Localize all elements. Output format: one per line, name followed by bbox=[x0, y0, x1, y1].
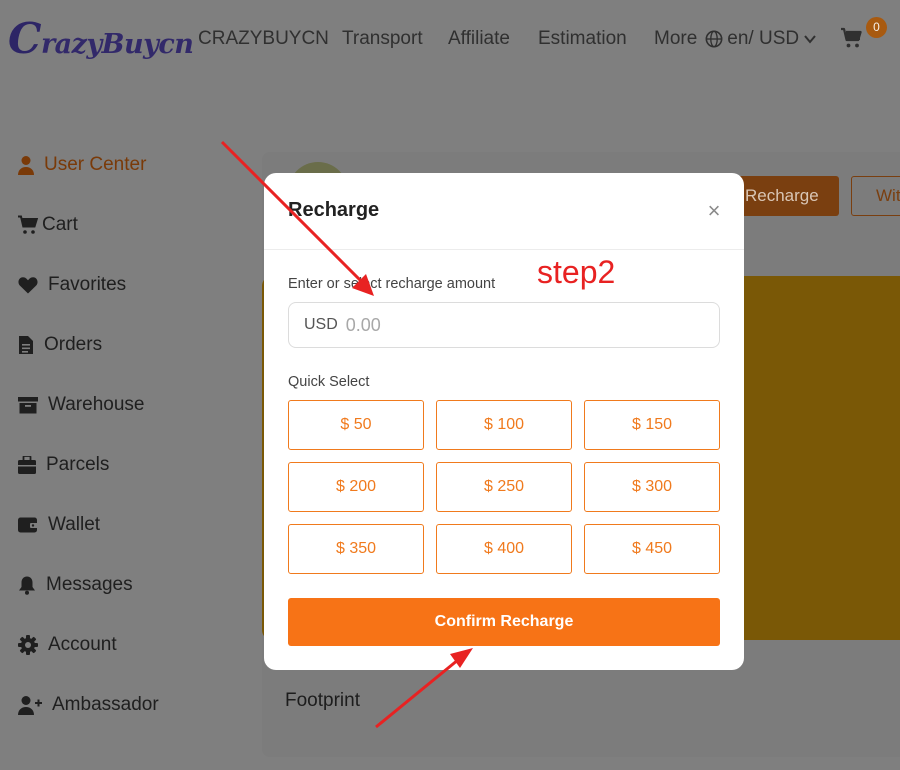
sidebar-item-label: Parcels bbox=[46, 454, 110, 475]
close-icon[interactable]: × bbox=[704, 199, 724, 223]
sidebar-item-parcels[interactable]: Parcels bbox=[18, 454, 109, 476]
quick-amount-100-button[interactable]: $ 100 bbox=[436, 400, 572, 450]
sidebar-item-ambassador[interactable]: Ambassador bbox=[18, 694, 159, 716]
quick-amount-450-button[interactable]: $ 450 bbox=[584, 524, 720, 574]
sidebar-item-label: Messages bbox=[46, 574, 133, 595]
user-plus-icon bbox=[18, 696, 42, 715]
gear-icon bbox=[18, 635, 38, 655]
sidebar-item-label: Cart bbox=[42, 214, 78, 235]
site-logo[interactable]: CrazyBuycn bbox=[8, 14, 194, 63]
sidebar-item-label: User Center bbox=[44, 154, 147, 175]
top-header: CrazyBuycn CRAZYBUYCN Transport Affiliat… bbox=[0, 0, 900, 80]
archive-icon bbox=[18, 397, 38, 414]
quick-amount-50-button[interactable]: $ 50 bbox=[288, 400, 424, 450]
sidebar-item-user-center[interactable]: User Center bbox=[18, 154, 146, 176]
nav-crazybuycn[interactable]: CRAZYBUYCN bbox=[198, 28, 329, 50]
nav-transport[interactable]: Transport bbox=[342, 28, 423, 50]
bell-icon bbox=[19, 576, 35, 595]
quick-amount-400-button[interactable]: $ 400 bbox=[436, 524, 572, 574]
parcel-icon bbox=[18, 456, 36, 474]
sidebar-item-warehouse[interactable]: Warehouse bbox=[18, 394, 144, 416]
sidebar-item-label: Ambassador bbox=[52, 694, 159, 715]
sidebar-item-favorites[interactable]: Favorites bbox=[18, 274, 126, 296]
quick-amount-350-button[interactable]: $ 350 bbox=[288, 524, 424, 574]
globe-icon bbox=[705, 30, 723, 48]
amount-input-wrapper[interactable]: USD bbox=[288, 302, 720, 348]
recharge-modal: Recharge × Enter or select recharge amou… bbox=[264, 173, 744, 670]
nav-more-menu[interactable]: More en/ USD bbox=[654, 28, 817, 50]
recharge-amount-input[interactable] bbox=[345, 314, 686, 336]
quick-amount-200-button[interactable]: $ 200 bbox=[288, 462, 424, 512]
sidebar-item-label: Favorites bbox=[48, 274, 127, 295]
sidebar-item-messages[interactable]: Messages bbox=[18, 574, 133, 596]
cart-count-badge: 0 bbox=[866, 17, 887, 38]
quick-amount-150-button[interactable]: $ 150 bbox=[584, 400, 720, 450]
sidebar-item-account[interactable]: Account bbox=[18, 634, 117, 656]
wallet-icon bbox=[18, 517, 38, 533]
quick-amount-300-button[interactable]: $ 300 bbox=[584, 462, 720, 512]
language-currency-label: en/ USD bbox=[727, 28, 800, 49]
amount-label: Enter or select recharge amount bbox=[288, 276, 496, 292]
sidebar-item-orders[interactable]: Orders bbox=[18, 334, 102, 356]
nav-estimation[interactable]: Estimation bbox=[538, 28, 627, 50]
cart-icon bbox=[18, 215, 39, 234]
heart-icon bbox=[18, 277, 38, 294]
quick-select-label: Quick Select bbox=[288, 374, 370, 390]
sidebar-item-label: Orders bbox=[44, 334, 103, 355]
sidebar-item-cart[interactable]: Cart bbox=[18, 214, 78, 236]
step-annotation-label: step2 bbox=[537, 254, 616, 290]
user-icon bbox=[18, 156, 34, 175]
sidebar-item-label: Warehouse bbox=[48, 394, 145, 415]
logo-text: razyBuycn bbox=[40, 29, 194, 60]
sidebar-item-label: Wallet bbox=[48, 514, 101, 535]
quick-amount-250-button[interactable]: $ 250 bbox=[436, 462, 572, 512]
chevron-down-icon bbox=[804, 35, 816, 44]
modal-title: Recharge bbox=[288, 199, 380, 221]
cart-icon[interactable] bbox=[840, 26, 864, 50]
nav-more-label: More bbox=[654, 28, 698, 49]
nav-affiliate[interactable]: Affiliate bbox=[448, 28, 510, 50]
withdraw-button[interactable]: Wit bbox=[851, 176, 900, 216]
logo-initial: C bbox=[8, 14, 41, 63]
footprint-heading: Footprint bbox=[285, 690, 360, 711]
sidebar-item-label: Account bbox=[48, 634, 117, 655]
sidebar-item-wallet[interactable]: Wallet bbox=[18, 514, 100, 536]
modal-divider bbox=[264, 249, 744, 250]
document-icon bbox=[19, 336, 33, 354]
currency-prefix: USD bbox=[304, 316, 338, 333]
confirm-recharge-button[interactable]: Confirm Recharge bbox=[288, 598, 720, 646]
